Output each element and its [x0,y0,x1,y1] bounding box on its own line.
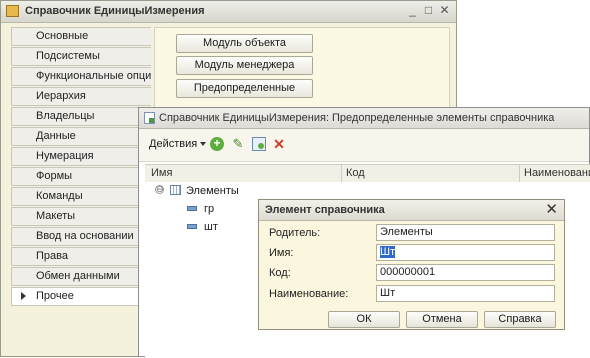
sidebar-item-rights[interactable]: Права [11,247,151,266]
tree-row-root[interactable]: ⊖ Элементы [145,182,590,200]
tree-item-label: гр [204,203,215,215]
cancel-button[interactable]: Отмена [406,311,478,328]
selected-text: Шт [380,246,396,258]
main-window-title: Справочник ЕдиницыИзмерения [25,5,205,17]
sidebar-item-hierarchy[interactable]: Иерархия [11,87,151,106]
toolbar: Действия + ✎ ✕ [139,129,589,162]
table-icon [170,185,181,195]
actions-label: Действия [149,138,198,150]
chevron-down-icon [200,142,207,147]
grid-header: Имя Код Наименование [145,164,590,184]
catalog-item-icon [187,224,197,229]
sidebar-item-data-exchange[interactable]: Обмен данными [11,267,151,286]
predefined-button[interactable]: Предопределенные [176,79,313,98]
name-label: Имя: [269,247,294,259]
maximize-button[interactable]: □ [421,3,436,18]
help-button[interactable]: Справка [484,311,556,328]
main-title-bar[interactable]: Справочник ЕдиницыИзмерения _ □ ✕ [1,1,456,23]
sidebar-item-functional-options[interactable]: Функциональные опции [11,67,151,86]
minimize-button[interactable]: _ [405,3,420,18]
close-button[interactable]: ✕ [437,3,452,18]
current-item-arrow-icon [21,292,26,300]
sidebar-item-other[interactable]: Прочее [11,287,151,306]
column-header-title[interactable]: Наименование [524,167,590,179]
catalog-element-dialog: Элемент справочника ✕ Родитель: Элементы… [258,199,565,330]
predefined-title-bar[interactable]: Справочник ЕдиницыИзмерения: Предопредел… [139,108,589,129]
tree-root-label: Элементы [186,185,239,197]
sidebar-item-commands[interactable]: Команды [11,187,151,206]
catalog-doc-icon [144,112,155,124]
column-divider[interactable] [341,165,342,183]
object-module-button[interactable]: Модуль объекта [176,34,313,53]
sidebar-item-input-based-on[interactable]: Ввод на основании [11,227,151,246]
dialog-title: Элемент справочника [265,204,385,216]
sidebar-item-data[interactable]: Данные [11,127,151,146]
collapse-icon[interactable]: ⊖ [155,185,164,194]
parent-label: Родитель: [269,227,321,239]
sidebar-item-basic[interactable]: Основные [11,27,151,46]
column-header-name[interactable]: Имя [151,167,172,179]
ok-button[interactable]: ОК [328,311,400,328]
column-divider[interactable] [519,165,520,183]
code-field[interactable]: 000000001 [376,264,555,281]
predefined-window-title: Справочник ЕдиницыИзмерения: Предопредел… [159,112,555,124]
title-field[interactable]: Шт [376,285,555,302]
close-icon[interactable]: ✕ [545,201,558,218]
sidebar-item-subsystems[interactable]: Подсистемы [11,47,151,66]
tree-item-label: шт [204,221,218,233]
catalog-icon [6,5,19,17]
parent-field[interactable]: Элементы [376,224,555,241]
sidebar-item-forms[interactable]: Формы [11,167,151,186]
name-field[interactable]: Шт [376,244,555,261]
delete-icon[interactable]: ✕ [272,137,286,151]
sidebar: Основные Подсистемы Функциональные опции… [11,27,151,317]
sidebar-item-templates[interactable]: Макеты [11,207,151,226]
actions-menu[interactable]: Действия [149,138,207,150]
manager-module-button[interactable]: Модуль менеджера [176,56,313,75]
add-icon[interactable]: + [210,137,224,151]
title-label: Наименование: [269,288,349,300]
code-label: Код: [269,267,291,279]
edit-icon[interactable]: ✎ [231,137,245,151]
sidebar-item-owners[interactable]: Владельцы [11,107,151,126]
sidebar-item-numbering[interactable]: Нумерация [11,147,151,166]
catalog-item-icon [187,206,197,211]
column-header-code[interactable]: Код [346,167,365,179]
copy-icon[interactable] [252,137,266,151]
dialog-title-bar[interactable]: Элемент справочника ✕ [259,200,564,221]
